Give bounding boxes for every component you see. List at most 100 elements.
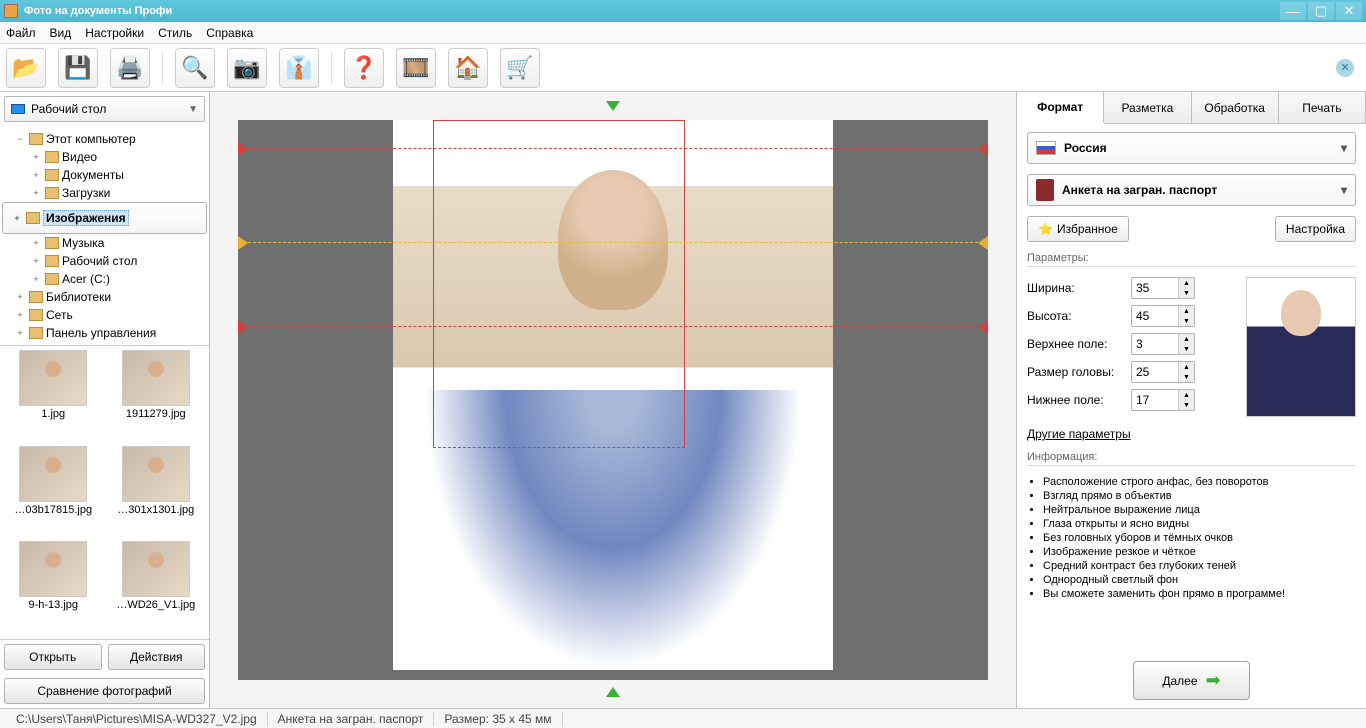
save-icon[interactable]: 💾 xyxy=(58,48,98,88)
tree-node[interactable]: +Панель управления xyxy=(2,324,207,342)
tree-node[interactable]: +Рабочий стол xyxy=(2,252,207,270)
other-params-link[interactable]: Другие параметры xyxy=(1027,427,1356,441)
favorite-button[interactable]: ⭐Избранное xyxy=(1027,216,1129,242)
thumbnail-item[interactable]: 9-h-13.jpg xyxy=(6,541,101,635)
canvas-area xyxy=(210,92,1016,708)
marker-right-icon[interactable] xyxy=(978,142,988,156)
tab-layout[interactable]: Разметка xyxy=(1104,92,1191,123)
guide-eyes[interactable] xyxy=(238,242,988,243)
video-icon[interactable]: 🎞️ xyxy=(396,48,436,88)
spinner[interactable]: ▲▼ xyxy=(1131,361,1195,383)
location-combo[interactable]: Рабочий стол ▼ xyxy=(4,96,205,122)
statusbar: C:\Users\Таня\Pictures\MISA-WD327_V2.jpg… xyxy=(0,708,1366,728)
close-button[interactable]: ✕ xyxy=(1336,2,1362,20)
thumbnail-item[interactable]: …301x1301.jpg xyxy=(109,446,204,540)
thumbnail-grid[interactable]: 1.jpg1911279.jpg…03b17815.jpg…301x1301.j… xyxy=(0,346,209,640)
param-input[interactable] xyxy=(1132,362,1178,382)
marker-right-icon[interactable] xyxy=(978,236,988,250)
menu-style[interactable]: Стиль xyxy=(158,26,192,40)
print-icon[interactable]: 🖨️ xyxy=(110,48,150,88)
tree-node[interactable]: +Библиотеки xyxy=(2,288,207,306)
tree-node[interactable]: +Изображения xyxy=(2,202,207,234)
country-select[interactable]: Россия ▾ xyxy=(1027,132,1356,164)
panel-close-icon[interactable]: ✕ xyxy=(1336,59,1354,77)
cart-icon[interactable]: 🛒 xyxy=(500,48,540,88)
actions-button[interactable]: Действия xyxy=(108,644,206,670)
folder-tree[interactable]: −Этот компьютер+Видео+Документы+Загрузки… xyxy=(0,126,209,346)
suit-icon[interactable]: 👔 xyxy=(279,48,319,88)
marker-left-icon[interactable] xyxy=(238,142,248,156)
spinner[interactable]: ▲▼ xyxy=(1131,333,1195,355)
open-folder-icon[interactable]: 📂 xyxy=(6,48,46,88)
param-row: Нижнее поле:▲▼ xyxy=(1027,389,1236,411)
param-row: Высота:▲▼ xyxy=(1027,305,1236,327)
tab-print[interactable]: Печать xyxy=(1279,92,1366,123)
tab-processing[interactable]: Обработка xyxy=(1192,92,1279,123)
thumbnail-item[interactable]: 1.jpg xyxy=(6,350,101,444)
titlebar: Фото на документы Профи ― ▢ ✕ xyxy=(0,0,1366,22)
param-input[interactable] xyxy=(1132,306,1178,326)
open-button[interactable]: Открыть xyxy=(4,644,102,670)
tree-node[interactable]: +Документы xyxy=(2,166,207,184)
next-button[interactable]: Далее ➡ xyxy=(1133,661,1249,700)
info-item: Глаза открыты и ясно видны xyxy=(1043,518,1356,530)
menu-settings[interactable]: Настройки xyxy=(85,26,144,40)
minimize-button[interactable]: ― xyxy=(1280,2,1306,20)
tree-node[interactable]: +Сеть xyxy=(2,306,207,324)
setup-button[interactable]: Настройка xyxy=(1275,216,1356,242)
menu-file[interactable]: Файл xyxy=(6,26,36,40)
tree-node[interactable]: +Музыка xyxy=(2,234,207,252)
param-input[interactable] xyxy=(1132,390,1178,410)
status-path: C:\Users\Таня\Pictures\MISA-WD327_V2.jpg xyxy=(6,712,268,726)
camera-icon[interactable]: 📷 xyxy=(227,48,267,88)
marker-left-icon[interactable] xyxy=(238,236,248,250)
menu-view[interactable]: Вид xyxy=(50,26,72,40)
menu-help[interactable]: Справка xyxy=(206,26,253,40)
zoom-icon[interactable]: 🔍 xyxy=(175,48,215,88)
guide-chin[interactable] xyxy=(238,326,988,327)
toolbar: 📂 💾 🖨️ 🔍 📷 👔 ❓ 🎞️ 🏠 🛒 ✕ xyxy=(0,44,1366,92)
status-size: Размер: 35 x 45 мм xyxy=(434,712,562,726)
spinner[interactable]: ▲▼ xyxy=(1131,277,1195,299)
doctype-label: Анкета на загран. паспорт xyxy=(1062,183,1217,197)
thumbnail-item[interactable]: …03b17815.jpg xyxy=(6,446,101,540)
info-item: Средний контраст без глубоких теней xyxy=(1043,560,1356,572)
doctype-select[interactable]: Анкета на загран. паспорт ▾ xyxy=(1027,174,1356,206)
thumbnail-item[interactable]: …WD26_V1.jpg xyxy=(109,541,204,635)
param-input[interactable] xyxy=(1132,278,1178,298)
guide-top[interactable] xyxy=(238,148,988,149)
chevron-down-icon: ▼ xyxy=(188,104,198,115)
marker-right-icon[interactable] xyxy=(978,320,988,334)
spinner[interactable]: ▲▼ xyxy=(1131,389,1195,411)
spinner[interactable]: ▲▼ xyxy=(1131,305,1195,327)
passport-icon xyxy=(1036,179,1054,201)
param-input[interactable] xyxy=(1132,334,1178,354)
tree-node[interactable]: +Загрузки xyxy=(2,184,207,202)
right-panel: Формат Разметка Обработка Печать Россия … xyxy=(1016,92,1366,708)
tree-node[interactable]: +Видео xyxy=(2,148,207,166)
marker-left-icon[interactable] xyxy=(238,320,248,334)
info-list: Расположение строго анфас, без поворотов… xyxy=(1027,476,1356,602)
info-item: Нейтральное выражение лица xyxy=(1043,504,1356,516)
info-title: Информация: xyxy=(1027,451,1356,466)
tree-node[interactable]: −Этот компьютер xyxy=(2,130,207,148)
bottom-marker-icon[interactable] xyxy=(606,687,620,697)
crop-frame[interactable] xyxy=(433,120,685,448)
maximize-button[interactable]: ▢ xyxy=(1308,2,1334,20)
info-item: Взгляд прямо в объектив xyxy=(1043,490,1356,502)
country-label: Россия xyxy=(1064,141,1107,155)
help-icon[interactable]: ❓ xyxy=(344,48,384,88)
separator xyxy=(331,52,332,84)
flag-icon xyxy=(1036,141,1056,155)
star-icon: ⭐ xyxy=(1038,222,1053,236)
compare-button[interactable]: Сравнение фотографий xyxy=(4,678,205,704)
home-icon[interactable]: 🏠 xyxy=(448,48,488,88)
menubar: Файл Вид Настройки Стиль Справка xyxy=(0,22,1366,44)
top-marker-icon[interactable] xyxy=(606,101,620,111)
param-row: Верхнее поле:▲▼ xyxy=(1027,333,1236,355)
thumbnail-item[interactable]: 1911279.jpg xyxy=(109,350,204,444)
tree-node[interactable]: +Acer (C:) xyxy=(2,270,207,288)
photo-canvas[interactable] xyxy=(238,120,988,680)
tab-format[interactable]: Формат xyxy=(1017,92,1104,124)
params-title: Параметры: xyxy=(1027,252,1356,267)
